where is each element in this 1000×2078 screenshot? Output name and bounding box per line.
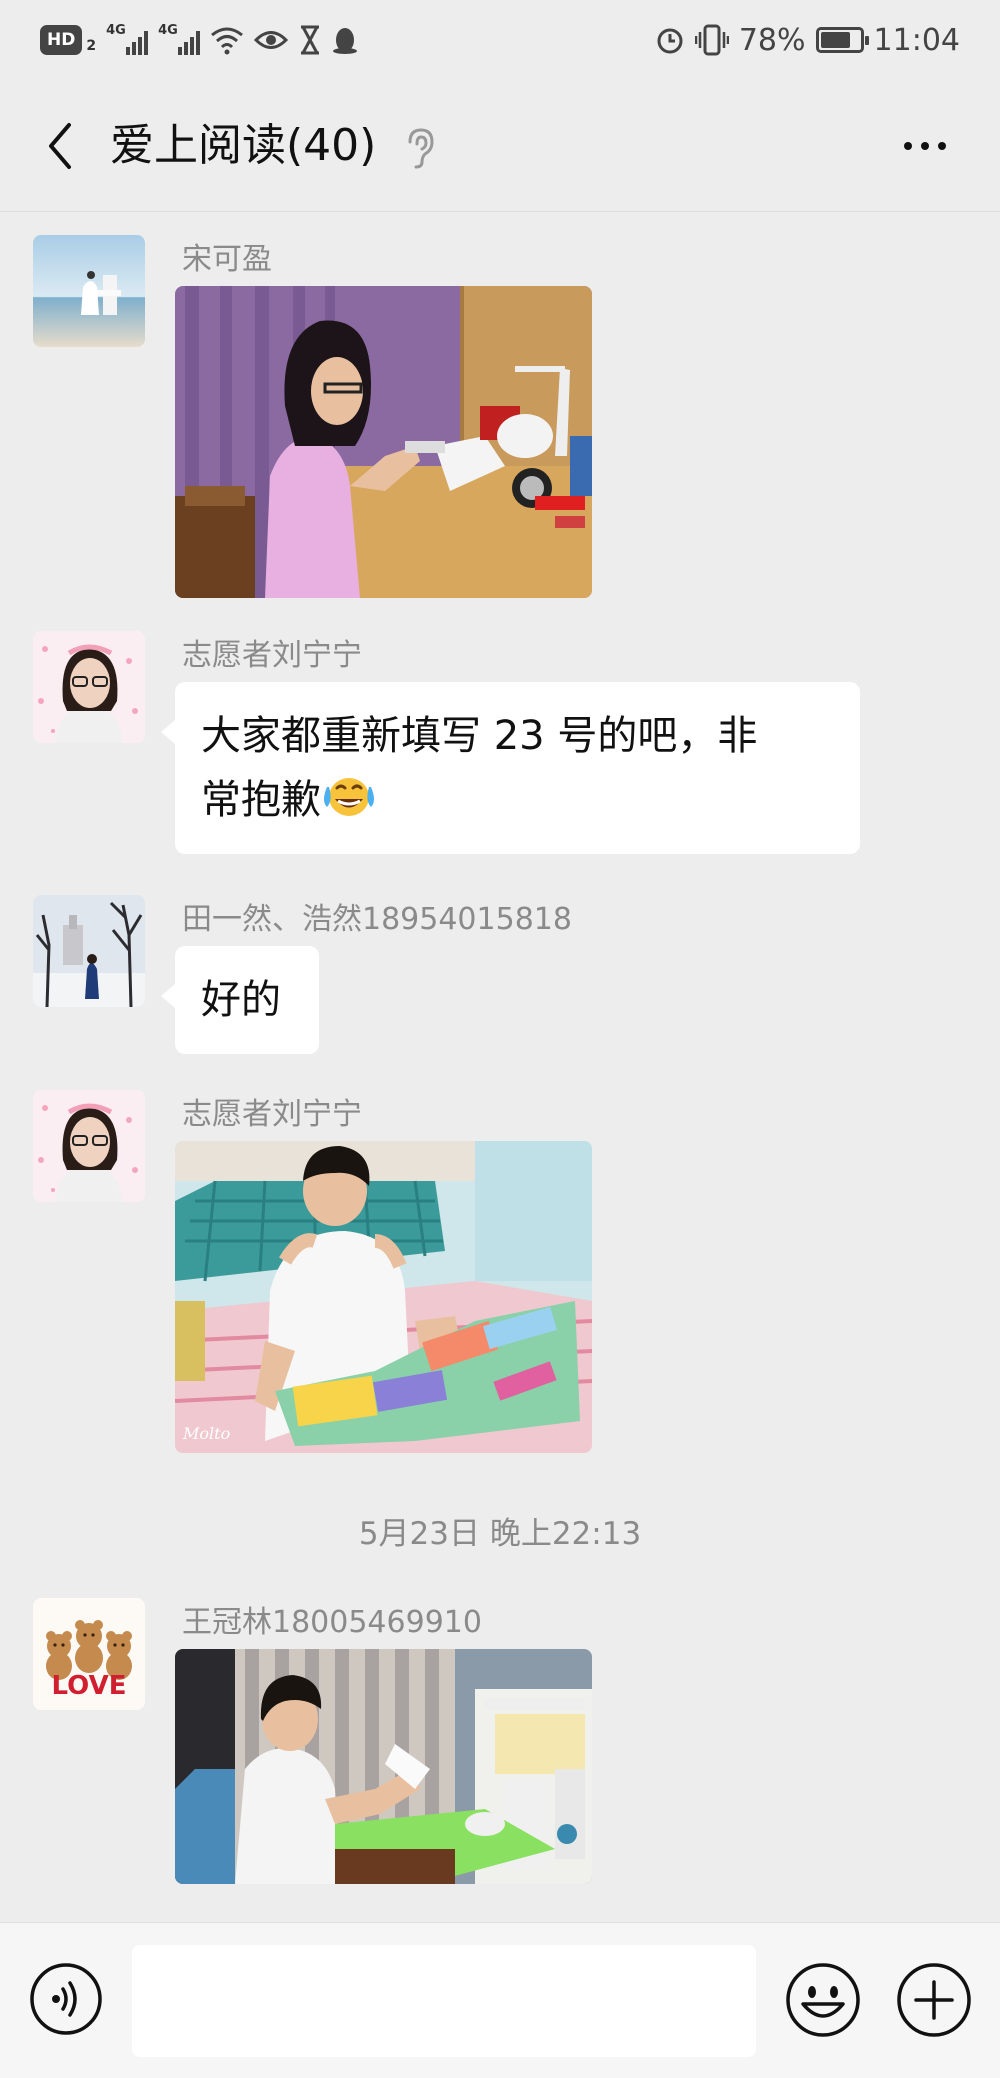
sender-name: 王冠林18005469910 bbox=[182, 1605, 482, 1640]
battery-icon bbox=[815, 27, 869, 53]
sender-name: 宋可盈 bbox=[182, 242, 272, 277]
more-icon-dot bbox=[904, 142, 912, 150]
message-text-line: 大家都重新填写 23 号的吧，非 bbox=[201, 713, 758, 759]
chat-title: 爱上阅读(40) bbox=[110, 120, 377, 171]
avatar[interactable] bbox=[33, 1090, 145, 1202]
emoji-icon[interactable] bbox=[785, 1962, 861, 2038]
vibrate-icon bbox=[694, 24, 729, 56]
more-icon-dot bbox=[921, 142, 929, 150]
message-text-line: 常抱歉 bbox=[201, 768, 834, 832]
avatar-love-text: LOVE bbox=[52, 1671, 127, 1701]
input-bar bbox=[0, 1922, 1000, 2078]
clock: 11:04 bbox=[873, 22, 960, 58]
message-input[interactable] bbox=[132, 1945, 756, 2057]
signal-icon: 4G bbox=[158, 23, 201, 55]
hourglass-icon bbox=[301, 25, 320, 55]
avatar[interactable] bbox=[33, 631, 145, 743]
more-icon-dot bbox=[938, 142, 946, 150]
status-right: 78% 11:04 bbox=[655, 20, 960, 60]
image-message[interactable] bbox=[175, 1649, 592, 1884]
photo-watermark: Molto bbox=[182, 1424, 230, 1443]
image-message[interactable] bbox=[175, 286, 592, 598]
network-type-label: 4G bbox=[158, 23, 178, 38]
avatar[interactable] bbox=[33, 895, 145, 1007]
image-message[interactable]: Molto bbox=[175, 1141, 592, 1453]
eye-icon bbox=[254, 31, 289, 49]
wifi-icon bbox=[211, 27, 244, 55]
avatar[interactable] bbox=[33, 235, 145, 347]
status-bar: HD 2 4G 4G 78% 11:04 bbox=[0, 0, 1000, 80]
sender-name: 田一然、浩然18954015818 bbox=[182, 902, 572, 937]
ear-icon bbox=[408, 128, 434, 169]
network-type-label: 4G bbox=[106, 23, 126, 38]
sender-name: 志愿者刘宁宁 bbox=[182, 638, 362, 673]
qq-penguin-icon bbox=[333, 28, 358, 54]
text-message[interactable]: 大家都重新填写 23 号的吧，非 常抱歉 bbox=[161, 682, 860, 854]
chat-timestamp: 5月23日 晚上22:13 bbox=[358, 1516, 642, 1552]
message-text: 常抱歉 bbox=[201, 777, 321, 823]
status-left: HD 2 4G 4G bbox=[40, 20, 358, 60]
more-button[interactable] bbox=[890, 116, 960, 176]
avatar[interactable]: LOVE bbox=[33, 1598, 145, 1710]
chat-header: 爱上阅读(40) bbox=[0, 80, 1000, 212]
voice-icon[interactable] bbox=[29, 1962, 103, 2036]
battery-percent: 78% bbox=[738, 22, 806, 58]
signal-icon: 4G bbox=[106, 23, 149, 55]
back-button[interactable] bbox=[30, 116, 90, 176]
sim-slot-label: 2 bbox=[86, 38, 97, 54]
back-arrow-icon bbox=[49, 123, 71, 169]
sender-name: 志愿者刘宁宁 bbox=[182, 1097, 362, 1132]
hd-icon: HD bbox=[40, 25, 83, 55]
tears-of-joy-emoji-icon bbox=[324, 778, 374, 816]
plus-icon[interactable] bbox=[896, 1962, 972, 2038]
message-text: 好的 bbox=[201, 977, 281, 1023]
text-message[interactable]: 好的 bbox=[161, 946, 319, 1054]
alarm-icon bbox=[657, 28, 683, 54]
